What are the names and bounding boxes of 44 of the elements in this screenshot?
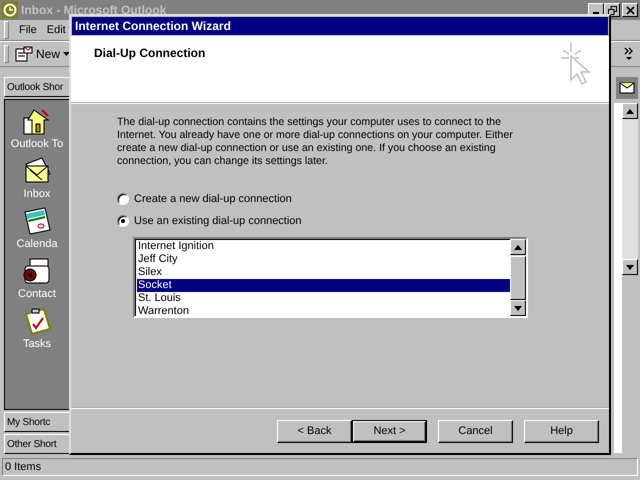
list-item[interactable]: Warrenton bbox=[137, 305, 510, 318]
list-item[interactable]: St. Louis bbox=[137, 292, 510, 305]
scrollbar[interactable] bbox=[622, 103, 638, 275]
description-text: The dial-up connection contains the settings your computer uses to connect to the Internet. You already have one or more dial-up connections on your computer. Either create a new dial-up connection or use an existing one. If you choose an existing connection, you can change its settings later. bbox=[117, 116, 514, 168]
chevron-icon[interactable] bbox=[624, 47, 634, 61]
shortcut-label[interactable]: Tasks bbox=[22, 338, 52, 350]
page-heading: Dial-Up Connection bbox=[94, 46, 206, 60]
dialog-button[interactable]: < Back bbox=[277, 420, 352, 442]
menu-item[interactable]: File bbox=[15, 24, 41, 36]
clipboard-icon bbox=[22, 306, 52, 336]
up-arrow-icon[interactable] bbox=[514, 244, 522, 250]
down-arrow-icon[interactable] bbox=[514, 306, 522, 310]
list-item[interactable]: Internet Ignition bbox=[137, 240, 510, 253]
restore-button[interactable] bbox=[604, 3, 620, 17]
envelope-icon[interactable] bbox=[616, 77, 638, 99]
shortcut-label[interactable]: Outlook To bbox=[10, 138, 64, 150]
dialog-button[interactable]: Next > bbox=[352, 420, 427, 442]
dialog-button[interactable]: Help bbox=[524, 420, 599, 442]
list-item[interactable]: Socket bbox=[137, 279, 510, 292]
radio-option[interactable]: Create a new dial-up connection bbox=[117, 193, 569, 205]
status-text: 0 Items bbox=[2, 458, 638, 476]
up-arrow-icon[interactable] bbox=[626, 108, 634, 114]
dialog-title: Internet Connection Wizard bbox=[72, 17, 608, 35]
shortcut-label[interactable]: Inbox bbox=[24, 188, 50, 200]
down-arrow-icon[interactable] bbox=[626, 264, 634, 270]
caret-icon bbox=[63, 52, 70, 56]
shortcut-label[interactable]: Calenda bbox=[16, 238, 58, 250]
scrollbar[interactable] bbox=[510, 239, 526, 316]
close-icon bbox=[626, 6, 634, 14]
radio-option[interactable]: Use an existing dial-up connection bbox=[117, 215, 569, 227]
new-item-icon bbox=[15, 46, 33, 62]
list-item[interactable]: Jeff City bbox=[137, 253, 510, 266]
dialog-button[interactable]: Cancel bbox=[438, 420, 513, 442]
close-button[interactable] bbox=[622, 3, 638, 17]
shortcut-label[interactable]: Contact bbox=[18, 288, 56, 300]
group-button[interactable]: Other Short bbox=[4, 434, 70, 454]
clock-icon bbox=[2, 2, 18, 18]
window-title: Inbox - Microsoft Outlook bbox=[21, 3, 166, 17]
shortcuts-bar-header[interactable]: Outlook Shor bbox=[4, 77, 70, 97]
rolodex-icon bbox=[22, 256, 52, 286]
calendar-icon bbox=[22, 206, 52, 236]
group-button[interactable]: My Shortc bbox=[4, 412, 70, 432]
list-item[interactable]: Silex bbox=[137, 266, 510, 279]
menu-item[interactable]: Edit bbox=[42, 24, 70, 36]
